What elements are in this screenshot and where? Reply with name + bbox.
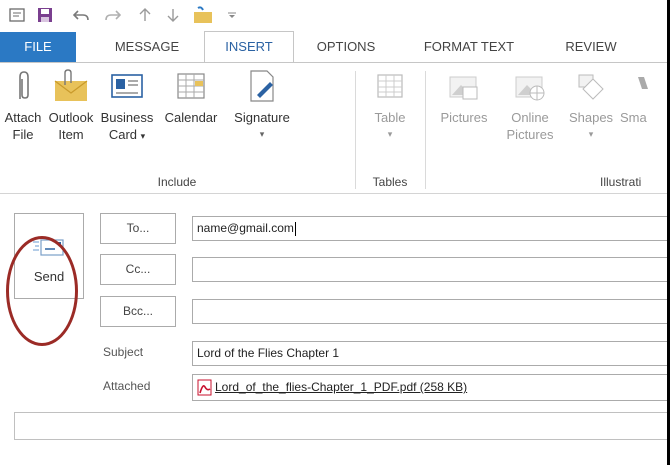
to-button[interactable]: To... [100, 213, 176, 244]
signature-icon [246, 69, 278, 103]
calendar-icon [175, 69, 207, 103]
signature-label: Signature [234, 110, 290, 125]
attachment-link[interactable]: Lord_of_the_flies-Chapter_1_PDF.pdf (258… [215, 380, 467, 394]
bcc-field[interactable] [192, 299, 670, 324]
more-icon[interactable] [226, 6, 238, 24]
pictures-icon [447, 69, 481, 103]
signature-dropdown-icon: ▾ [259, 129, 265, 139]
tab-file[interactable]: FILE [0, 32, 76, 62]
cc-field[interactable] [192, 257, 670, 282]
ribbon-tabs: FILE MESSAGE INSERT OPTIONS FORMAT TEXT … [0, 31, 670, 62]
attach-file-button[interactable]: Attach File [2, 69, 44, 143]
tab-message[interactable]: MESSAGE [100, 32, 194, 62]
shapes-dropdown-icon: ▾ [588, 129, 594, 139]
calendar-button[interactable]: Calendar [150, 69, 232, 126]
attached-label: Attached [103, 379, 151, 393]
business-card-button[interactable]: Business Card ▾ [98, 69, 156, 145]
tab-insert[interactable]: INSERT [204, 31, 294, 62]
bcc-button[interactable]: Bcc... [100, 296, 176, 327]
group-label-illustrations: Illustrati [600, 175, 642, 189]
to-value: name@gmail.com [197, 221, 294, 235]
window-icon[interactable] [8, 6, 26, 24]
calendar-label: Calendar [164, 110, 218, 125]
ribbon-panel: Attach File Outlook Item Business Card ▾… [0, 62, 670, 194]
tab-format-text[interactable]: FORMAT TEXT [410, 32, 528, 62]
shapes-button[interactable]: Shapes ▾ [564, 69, 618, 143]
cc-button[interactable]: Cc... [100, 254, 176, 285]
attach-icon[interactable] [192, 6, 214, 24]
table-icon [374, 69, 406, 103]
smartart-button[interactable]: Sma [620, 69, 660, 126]
subject-label: Subject [103, 345, 144, 359]
business-card-icon [109, 69, 145, 103]
attach-file-label-2: File [12, 127, 34, 142]
outlook-item-button[interactable]: Outlook Item [46, 69, 96, 143]
online-pictures-label-2: Pictures [506, 127, 554, 142]
group-separator [355, 71, 356, 189]
attachment-well: Lord_of_the_flies-Chapter_1_PDF.pdf (258… [192, 374, 670, 401]
signature-button[interactable]: Signature ▾ [222, 69, 302, 143]
shapes-icon [575, 69, 607, 103]
outlook-item-label-2: Item [58, 127, 84, 142]
down-arrow-icon[interactable] [166, 6, 180, 24]
up-arrow-icon[interactable] [138, 6, 152, 24]
to-field[interactable]: name@gmail.com [192, 216, 670, 241]
group-label-tables: Tables [372, 175, 408, 189]
outlook-item-label-1: Outlook [48, 110, 94, 125]
attach-file-label-1: Attach [4, 110, 42, 125]
business-card-label-2: Card ▾ [108, 127, 146, 142]
message-body[interactable] [14, 412, 670, 440]
pictures-label: Pictures [440, 110, 488, 125]
undo-icon[interactable] [72, 6, 90, 24]
online-pictures-icon [513, 69, 547, 103]
text-cursor [294, 221, 296, 236]
redo-icon[interactable] [104, 6, 122, 24]
subject-field[interactable]: Lord of the Flies Chapter 1 [192, 341, 670, 366]
paperclip-icon [7, 69, 39, 103]
business-card-label-1: Business [100, 110, 154, 125]
shapes-label: Shapes [568, 110, 614, 125]
tab-review[interactable]: REVIEW [548, 32, 634, 62]
group-separator [425, 71, 426, 189]
smartart-label: Sma [620, 110, 647, 125]
pictures-button[interactable]: Pictures [434, 69, 494, 126]
table-label: Table [374, 110, 406, 125]
annotation-ellipse [6, 236, 78, 346]
save-icon[interactable] [36, 6, 54, 24]
group-label-include: Include [157, 175, 197, 189]
tab-options[interactable]: OPTIONS [300, 32, 392, 62]
online-pictures-label-1: Online [511, 110, 549, 125]
pdf-icon [197, 379, 213, 405]
table-dropdown-icon: ▾ [387, 129, 393, 139]
table-button[interactable]: Table ▾ [362, 69, 418, 143]
quick-access-toolbar [0, 0, 670, 30]
online-pictures-button[interactable]: Online Pictures [500, 69, 560, 143]
outlook-item-icon [51, 69, 91, 103]
smartart-icon [632, 69, 660, 103]
